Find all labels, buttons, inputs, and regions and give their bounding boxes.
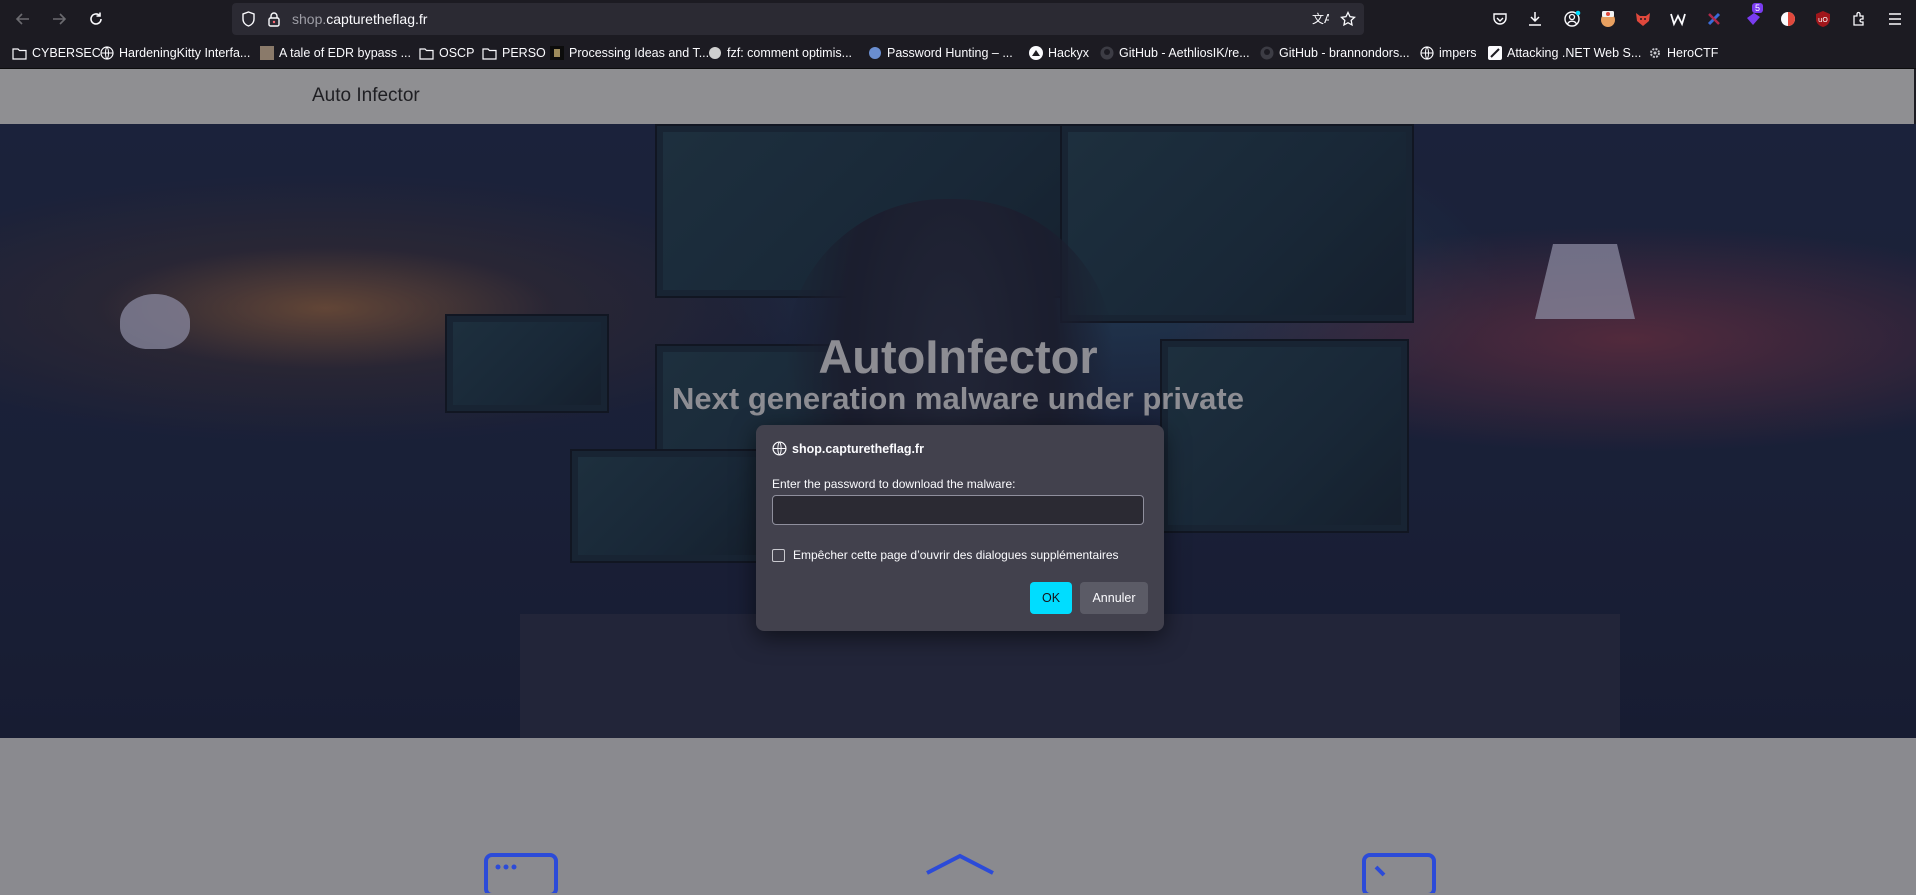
fox-extension-icon[interactable] <box>1632 8 1654 30</box>
cancel-button[interactable]: Annuler <box>1080 582 1148 614</box>
extension-avatar-icon[interactable] <box>1597 8 1619 30</box>
site-favicon <box>549 46 564 61</box>
bookmark-label: PERSO <box>502 46 546 60</box>
site-brand[interactable]: Auto Infector <box>312 85 420 107</box>
site-favicon <box>707 46 722 61</box>
bookmarks-toolbar: CYBERSEC HardeningKitty Interfa... A tal… <box>0 38 1916 69</box>
browser-toolbar: shop.capturetheflag.fr 文A 5 uO <box>0 0 1916 38</box>
bookmark-item[interactable]: HeroCTF <box>1647 44 1718 62</box>
svg-text:文A: 文A <box>1312 11 1329 26</box>
bookmark-item[interactable]: Password Hunting – ... <box>867 44 1013 62</box>
ublock-label: uO <box>1818 16 1828 24</box>
bookmark-item[interactable]: Processing Ideas and T... <box>549 44 709 62</box>
bookmark-item[interactable]: fzf: comment optimis... <box>707 44 852 62</box>
translate-icon[interactable]: 文A <box>1310 9 1330 29</box>
bookmark-label: HardeningKitty Interfa... <box>119 46 251 60</box>
site-navbar: Auto Infector <box>0 69 1916 125</box>
bookmark-item[interactable]: Hackyx <box>1028 44 1089 62</box>
bookmark-label: Processing Ideas and T... <box>569 46 710 60</box>
suppress-dialogs-checkbox-row[interactable]: Empêcher cette page d’ouvrir des dialogu… <box>772 548 1119 562</box>
site-favicon <box>259 46 274 61</box>
download-icon[interactable] <box>1524 8 1546 30</box>
account-icon[interactable] <box>1561 8 1583 30</box>
bookmark-item[interactable]: GitHub - brannondors... <box>1259 44 1410 62</box>
bookmark-label: impers <box>1439 46 1477 60</box>
url-bar[interactable]: shop.capturetheflag.fr 文A <box>232 3 1364 35</box>
suppress-dialogs-label: Empêcher cette page d’ouvrir des dialogu… <box>793 548 1119 562</box>
url-text[interactable]: shop.capturetheflag.fr <box>292 11 427 27</box>
extension-badge-icon[interactable]: 5 <box>1742 3 1764 30</box>
bookmark-label: Attacking .NET Web S... <box>1507 46 1642 60</box>
url-domain: capturetheflag.fr <box>326 11 428 27</box>
layers-icon <box>926 853 994 875</box>
bookmark-item[interactable]: PERSO <box>482 44 546 62</box>
extension-badge-count: 5 <box>1752 3 1764 13</box>
globe-icon <box>1419 46 1434 61</box>
globe-icon <box>99 46 114 61</box>
github-icon <box>1099 46 1114 61</box>
folder-icon <box>12 46 27 61</box>
site-favicon <box>867 46 882 61</box>
ok-button[interactable]: OK <box>1030 582 1072 614</box>
bookmark-star-icon[interactable] <box>1338 9 1358 29</box>
cookie-editor-icon[interactable] <box>1703 8 1725 30</box>
url-subdomain: shop. <box>292 11 327 27</box>
hero-title: AutoInfector <box>818 330 1098 383</box>
shield-icon[interactable] <box>238 9 258 29</box>
features-section <box>0 738 1916 895</box>
globe-icon <box>772 441 787 456</box>
bookmark-item[interactable]: A tale of EDR bypass ... <box>259 44 411 62</box>
gear-icon <box>1647 46 1662 61</box>
arrow-left-icon <box>15 13 29 25</box>
arrow-right-icon <box>53 13 67 25</box>
bookmark-item[interactable]: impers <box>1419 44 1477 62</box>
bookmark-item[interactable]: HardeningKitty Interfa... <box>99 44 250 62</box>
back-button[interactable] <box>10 7 36 31</box>
bookmark-label: OSCP <box>439 46 475 60</box>
bookmark-item[interactable]: OSCP <box>419 44 474 62</box>
bookmark-label: Password Hunting – ... <box>887 46 1013 60</box>
reload-button[interactable] <box>83 7 109 31</box>
bookmark-label: HeroCTF <box>1667 46 1719 60</box>
bookmark-item[interactable]: Attacking .NET Web S... <box>1487 44 1641 62</box>
bookmark-label: fzf: comment optimis... <box>727 46 853 60</box>
hamburger-menu-icon[interactable] <box>1884 8 1906 30</box>
password-prompt-dialog: shop.capturetheflag.fr Enter the passwor… <box>756 425 1164 631</box>
reload-icon <box>90 12 102 25</box>
bookmark-label: CYBERSEC <box>32 46 101 60</box>
browser-window-icon <box>484 853 558 893</box>
dialog-origin-text: shop.capturetheflag.fr <box>792 441 924 456</box>
bookmark-label: A tale of EDR bypass ... <box>279 46 412 60</box>
password-input[interactable] <box>772 495 1144 525</box>
pocket-icon[interactable] <box>1489 8 1511 30</box>
bookmark-label: GitHub - brannondors... <box>1279 46 1410 60</box>
suppress-dialogs-checkbox[interactable] <box>772 548 785 562</box>
bookmark-item[interactable]: GitHub - AethliosIK/re... <box>1099 44 1250 62</box>
terminal-icon <box>1362 853 1436 893</box>
forward-button[interactable] <box>46 7 72 31</box>
site-favicon <box>1487 46 1502 61</box>
site-favicon <box>1028 46 1043 61</box>
bookmark-label: GitHub - AethliosIK/re... <box>1119 46 1250 60</box>
dialog-origin: shop.capturetheflag.fr <box>772 441 924 456</box>
ublock-icon[interactable]: uO <box>1812 8 1834 30</box>
hero-subtitle: Next generation malware under private <box>672 381 1244 416</box>
extensions-puzzle-icon[interactable] <box>1848 8 1870 30</box>
github-icon <box>1259 46 1274 61</box>
folder-icon <box>419 46 434 61</box>
multi-account-icon[interactable] <box>1777 8 1799 30</box>
bookmark-label: Hackyx <box>1048 46 1089 60</box>
dialog-message: Enter the password to download the malwa… <box>772 477 1016 491</box>
lock-icon[interactable] <box>264 9 284 29</box>
bookmark-item[interactable]: CYBERSEC <box>12 44 101 62</box>
folder-icon <box>482 46 497 61</box>
wappalyzer-icon[interactable] <box>1667 8 1689 30</box>
